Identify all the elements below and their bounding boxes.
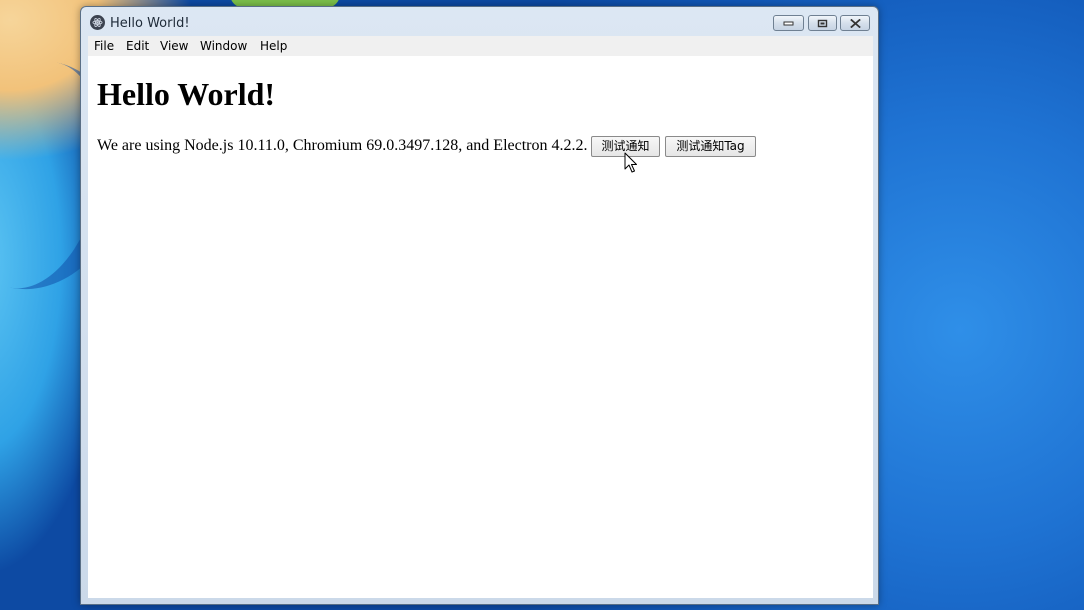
- maximize-icon: [817, 19, 828, 27]
- menu-bar: File Edit View Window Help: [88, 36, 873, 56]
- minimize-icon: [783, 21, 794, 26]
- maximize-button[interactable]: [808, 15, 837, 31]
- menu-item-window[interactable]: Window: [200, 39, 247, 53]
- mouse-cursor-icon: [624, 152, 637, 173]
- electron-atom-glyph: [92, 17, 103, 28]
- minimize-button[interactable]: [773, 15, 804, 31]
- version-info-text: We are using Node.js 10.11.0, Chromium 6…: [97, 137, 588, 154]
- menu-item-help[interactable]: Help: [260, 39, 287, 53]
- menu-item-file[interactable]: File: [94, 39, 114, 53]
- test-notification-tag-button[interactable]: 测试通知Tag: [665, 136, 756, 157]
- menu-item-view[interactable]: View: [160, 39, 188, 53]
- title-bar[interactable]: Hello World!: [81, 7, 878, 36]
- menu-item-edit[interactable]: Edit: [126, 39, 149, 53]
- electron-icon: [90, 15, 105, 30]
- app-window: Hello World! File Edit View Window Help …: [80, 6, 879, 605]
- close-button[interactable]: [840, 15, 870, 31]
- web-content: Hello World! We are using Node.js 10.11.…: [88, 56, 873, 598]
- close-icon: [849, 18, 861, 28]
- window-title: Hello World!: [110, 16, 190, 31]
- page-heading: Hello World!: [97, 76, 276, 112]
